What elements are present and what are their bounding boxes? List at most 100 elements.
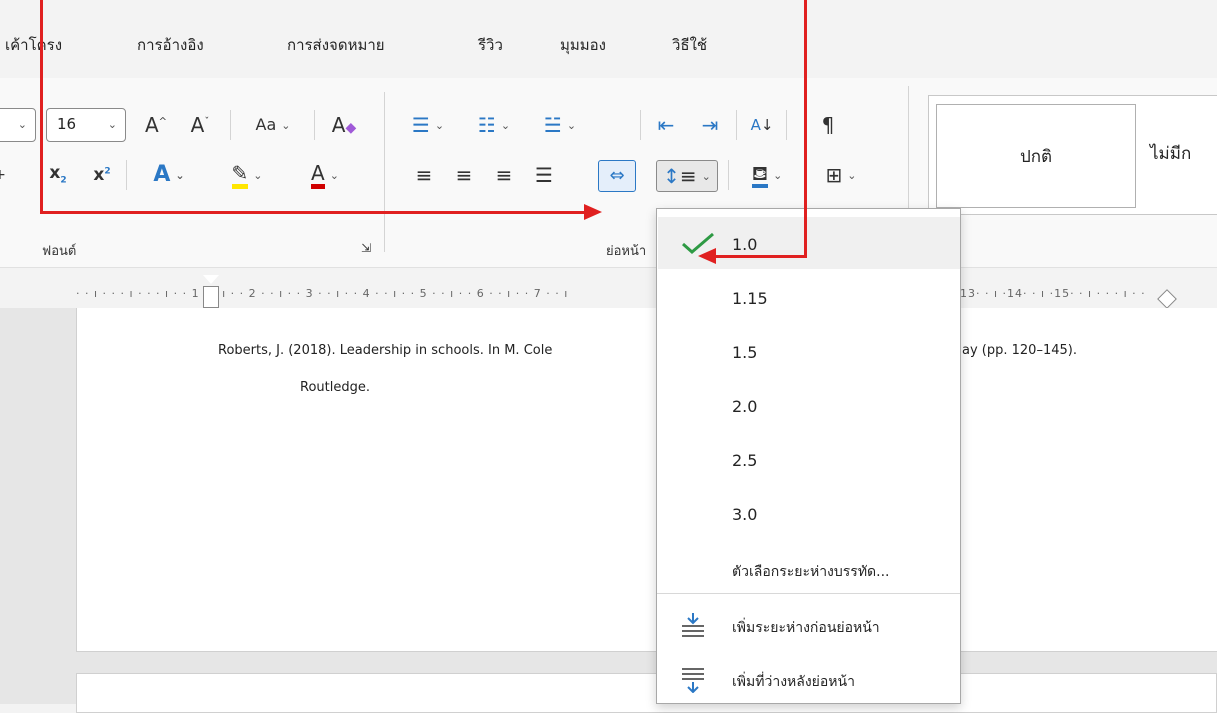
space-after-icon — [680, 667, 706, 697]
bullet-list-icon: ☰ — [411, 113, 430, 137]
spacing-option-2-5[interactable]: 2.5 — [658, 433, 960, 485]
style-normal-label: ปกติ — [1019, 146, 1053, 167]
chevron-down-icon: ⌄ — [434, 118, 445, 132]
add-space-before-label: เพิ่มระยะห่างก่อนย่อหน้า — [732, 620, 880, 636]
annotation-line-left — [40, 0, 43, 214]
reference-line-2: Routledge. — [300, 380, 370, 395]
font-name-dropdown[interactable]: ⌄ — [0, 108, 36, 142]
font-color-icon: A — [311, 162, 325, 189]
tab-layout[interactable]: เค้าโครง — [5, 33, 62, 57]
multilevel-list-button[interactable]: ☱ ⌄ — [532, 108, 588, 142]
spacing-option-1-15[interactable]: 1.15 — [658, 271, 960, 323]
style-no-spacing[interactable]: ไม่มีก — [1150, 140, 1191, 167]
first-line-indent-marker[interactable] — [203, 275, 219, 284]
line-spacing-button[interactable]: ↕≡ ⌄ — [656, 160, 718, 192]
shading-button[interactable]: ⛾ ⌄ — [738, 158, 796, 192]
ribbon-divider — [640, 110, 641, 140]
justify-icon: ☰ — [535, 163, 553, 187]
line-spacing-options-item[interactable]: ตัวเลือกระยะห่างบรรทัด... — [658, 543, 960, 595]
clear-formatting-icon: A◆ — [331, 113, 357, 137]
grow-font-icon: A^ — [144, 113, 168, 137]
group-divider — [384, 92, 385, 252]
superscript-icon: x2 — [93, 164, 111, 185]
font-size-value: 16 — [57, 115, 77, 133]
paint-bucket-icon: ⛾ — [751, 162, 769, 188]
spacing-option-label: 2.0 — [732, 397, 758, 416]
font-size-dropdown[interactable]: 16 ⌄ — [46, 108, 126, 142]
highlighter-icon: ✎ — [231, 162, 249, 189]
font-color-button[interactable]: A ⌄ — [292, 158, 358, 192]
ribbon-divider — [126, 160, 127, 190]
grow-font-button[interactable]: A^ — [136, 108, 176, 142]
align-center-button[interactable]: ≡ — [446, 158, 482, 192]
subscript-icon: x2 — [49, 162, 67, 186]
spacing-option-3-0[interactable]: 3.0 — [658, 487, 960, 539]
clear-formatting-button[interactable]: A◆ — [324, 108, 364, 142]
spacing-option-2-0[interactable]: 2.0 — [658, 379, 960, 431]
borders-button[interactable]: ⊞ ⌄ — [810, 158, 872, 192]
sort-button[interactable]: A↓ — [744, 108, 780, 142]
shrink-font-button[interactable]: Aˇ — [180, 108, 220, 142]
strikethrough-icon: + — [0, 168, 6, 182]
spacing-option-1-5[interactable]: 1.5 — [658, 325, 960, 377]
change-case-button[interactable]: Aa ⌄ — [240, 108, 306, 142]
reference-line-1: Roberts, J. (2018). Leadership in school… — [218, 343, 553, 358]
ribbon-divider — [786, 110, 787, 140]
sort-icon: A↓ — [750, 115, 774, 134]
chevron-down-icon: ⌄ — [701, 169, 711, 183]
reference-line-1-end: ay (pp. 120–145). — [962, 343, 1077, 358]
text-effects-button[interactable]: A ⌄ — [136, 158, 202, 192]
align-right-icon: ≡ — [495, 163, 513, 187]
align-right-button[interactable]: ≡ — [486, 158, 522, 192]
tab-mailings[interactable]: การส่งจดหมาย — [287, 33, 385, 57]
annotation-arrow-right-icon — [584, 204, 602, 220]
group-label-font: ฟอนต์ — [42, 244, 77, 259]
add-space-after-item[interactable]: เพิ่มที่ว่างหลังย่อหน้า — [658, 653, 960, 705]
strikethrough-button[interactable]: + — [0, 158, 12, 192]
spacing-option-label: 1.5 — [732, 343, 758, 362]
bullets-button[interactable]: ☰ ⌄ — [400, 108, 456, 142]
hanging-indent-marker[interactable] — [203, 286, 219, 308]
document-page-next[interactable] — [76, 673, 1217, 713]
justify-button[interactable]: ☰ — [526, 158, 562, 192]
style-normal[interactable]: ปกติ — [936, 104, 1136, 208]
numbering-button[interactable]: ☷ ⌄ — [466, 108, 522, 142]
document-page[interactable] — [76, 308, 1217, 652]
spacing-option-label: 3.0 — [732, 505, 758, 524]
annotation-line-bottom — [40, 211, 588, 214]
numbered-list-icon: ☷ — [477, 113, 496, 137]
annotation-line-right — [804, 0, 807, 258]
chevron-down-icon: ⌄ — [847, 168, 857, 182]
increase-indent-button[interactable]: ⇥ — [692, 108, 728, 142]
tab-references[interactable]: การอ้างอิง — [137, 33, 204, 57]
annotation-arrow-left-icon — [698, 248, 716, 264]
change-case-icon: Aa — [255, 115, 277, 134]
distributed-button[interactable]: ⇔ — [598, 160, 636, 192]
chevron-down-icon: ⌄ — [253, 168, 263, 182]
add-space-before-item[interactable]: เพิ่มระยะห่างก่อนย่อหน้า — [658, 599, 960, 651]
space-before-icon — [680, 613, 706, 641]
chevron-down-icon: ⌄ — [329, 168, 339, 182]
decrease-indent-button[interactable]: ⇤ — [648, 108, 684, 142]
tab-review[interactable]: รีวิว — [478, 33, 503, 57]
chevron-down-icon: ⌄ — [500, 118, 511, 132]
line-spacing-menu: 1.0 1.15 1.5 2.0 2.5 3.0 ตัวเลือกระยะห่า… — [656, 208, 961, 704]
subscript-button[interactable]: x2 — [40, 158, 76, 192]
add-space-after-label: เพิ่มที่ว่างหลังย่อหน้า — [732, 674, 855, 690]
align-center-icon: ≡ — [455, 163, 473, 187]
highlight-color-button[interactable]: ✎ ⌄ — [214, 158, 280, 192]
tab-view[interactable]: มุมมอง — [560, 33, 606, 57]
menu-divider — [657, 593, 960, 594]
font-dialog-launcher-icon[interactable]: ⇲ — [356, 238, 376, 258]
superscript-button[interactable]: x2 — [84, 158, 120, 192]
decrease-indent-icon: ⇤ — [657, 113, 675, 137]
chevron-down-icon: ⌄ — [175, 168, 185, 182]
align-left-button[interactable]: ≡ — [406, 158, 442, 192]
show-formatting-button[interactable]: ¶ — [810, 108, 846, 142]
text-effects-icon: A — [153, 162, 171, 187]
chevron-down-icon: ⌄ — [17, 118, 27, 131]
tab-help[interactable]: วิธีใช้ — [672, 33, 707, 57]
borders-icon: ⊞ — [825, 163, 843, 187]
chevron-down-icon: ⌄ — [281, 118, 291, 132]
distributed-icon: ⇔ — [609, 165, 625, 186]
